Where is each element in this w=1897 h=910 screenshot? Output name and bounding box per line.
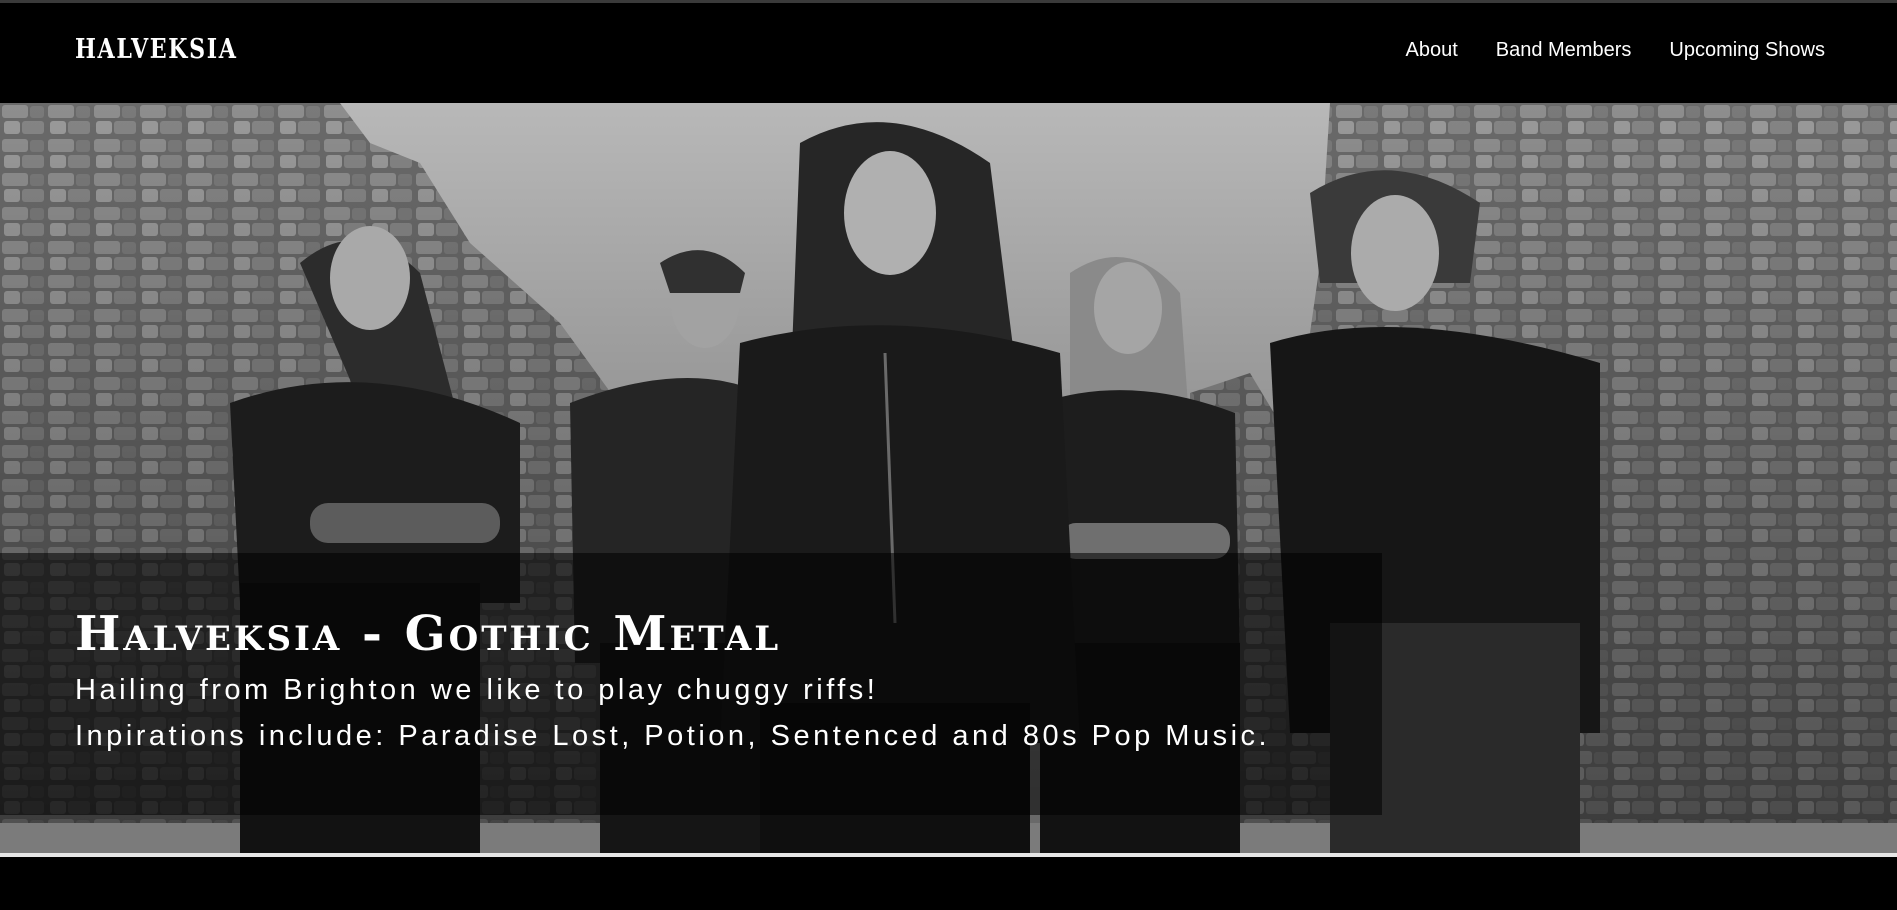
nav-link-upcoming-shows[interactable]: Upcoming Shows	[1669, 39, 1825, 62]
hero-section: Halveksia - Gothic Metal Hailing from Br…	[0, 103, 1897, 853]
page-footer-area	[0, 857, 1897, 910]
nav-link-band-members[interactable]: Band Members	[1496, 39, 1632, 62]
hero-title: Halveksia - Gothic Metal	[75, 606, 782, 662]
nav-link-about[interactable]: About	[1405, 39, 1457, 62]
hero-tagline: Hailing from Brighton we like to play ch…	[75, 674, 879, 706]
nav-links: About Band Members Upcoming Shows	[1405, 39, 1825, 62]
hero-inspirations: Inpirations include: Paradise Lost, Poti…	[75, 720, 1271, 752]
brand-logo-link[interactable]: HALVEKSIA	[75, 34, 238, 65]
navbar: HALVEKSIA About Band Members Upcoming Sh…	[0, 3, 1897, 103]
